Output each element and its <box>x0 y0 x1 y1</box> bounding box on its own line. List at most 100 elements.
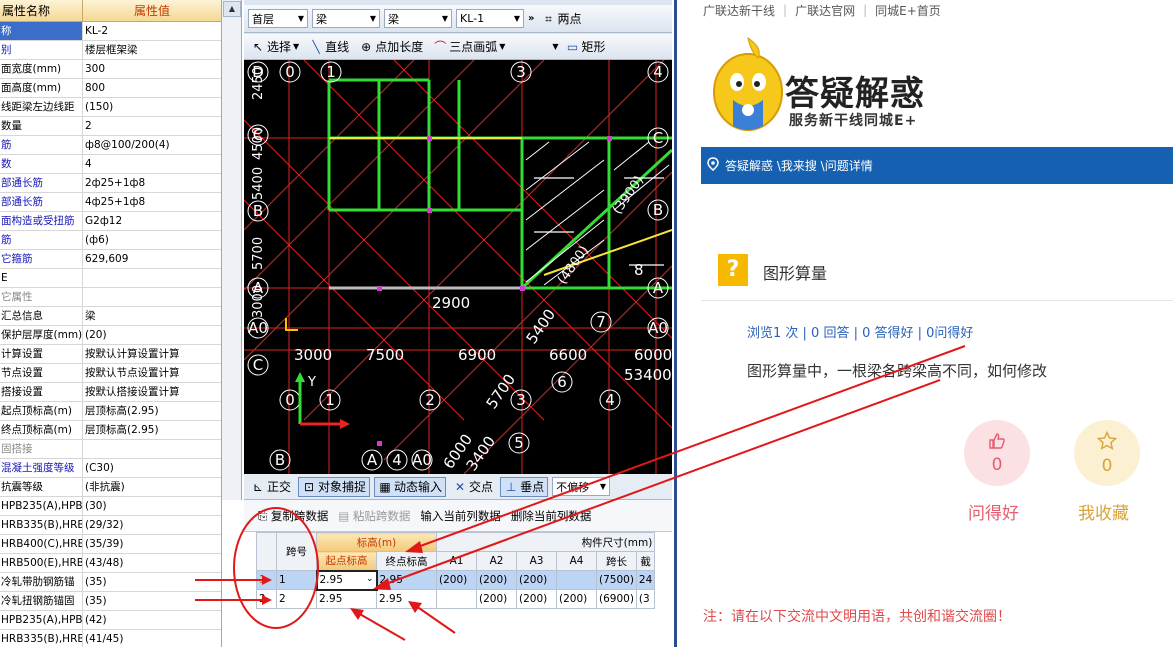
offset-select[interactable]: 不偏移 ▼ <box>552 477 611 496</box>
delete-column-button[interactable]: 删除当前列数据 <box>511 508 592 524</box>
property-row[interactable]: 筋 (ф6) <box>0 231 221 250</box>
property-value[interactable]: 2 <box>83 117 221 135</box>
property-row[interactable]: 别楼层框架梁 <box>0 41 221 60</box>
property-row[interactable]: 节点设置 按默认节点设置计算 <box>0 364 221 383</box>
property-row[interactable]: 固搭接 <box>0 440 221 459</box>
section-cell[interactable]: 24 <box>635 570 656 590</box>
object-snap-button[interactable]: ⊡ 对象捕捉 <box>298 476 371 497</box>
property-value[interactable]: (42) <box>83 611 221 629</box>
rect-button[interactable]: ▭ 矩形 <box>563 37 609 57</box>
property-row[interactable]: E <box>0 269 221 288</box>
property-row[interactable]: 数4 <box>0 155 221 174</box>
property-row[interactable]: 汇总信息梁 <box>0 307 221 326</box>
property-value[interactable]: ф8@100/200(4) <box>83 136 221 154</box>
property-row[interactable]: 冷轧扭钢筋锚固 (35) <box>0 592 221 611</box>
property-value[interactable] <box>83 269 221 287</box>
property-value[interactable]: 4 <box>83 155 221 173</box>
property-row[interactable]: 抗震等级 (非抗震) <box>0 478 221 497</box>
line-button[interactable]: ╲ 直线 <box>306 37 352 57</box>
property-value[interactable]: (150) <box>83 98 221 116</box>
a2-cell[interactable]: (200) <box>476 589 517 609</box>
member-select[interactable]: KL-1 ▼ <box>456 9 524 28</box>
a3-cell[interactable]: (200) <box>516 589 557 609</box>
property-value[interactable]: KL-2 <box>83 22 221 40</box>
start-elev-cell[interactable]: 2.95 <box>316 589 377 609</box>
property-value[interactable]: (35/39) <box>83 535 221 553</box>
input-column-button[interactable]: 输入当前列数据 <box>420 508 501 524</box>
arc-button[interactable]: ⌒ 三点画弧 ▼ <box>430 37 508 57</box>
table-row[interactable]: 1 1 2.95 ⌄ 2.95 (200) (200) (200) (7500)… <box>256 569 656 591</box>
property-value[interactable]: 2ф25+1ф8 <box>83 174 221 192</box>
property-row[interactable]: 终点顶标高(m) 层顶标高(2.95) <box>0 421 221 440</box>
select-button[interactable]: ↖ 选择 ▼ <box>248 37 302 57</box>
subtype-select[interactable]: 梁 ▼ <box>384 9 452 28</box>
property-value[interactable]: (非抗震) <box>83 478 221 496</box>
property-value[interactable]: (43/48) <box>83 554 221 572</box>
property-value[interactable]: 梁 <box>83 307 221 325</box>
property-row[interactable]: 它箍筋 629,609 <box>0 250 221 269</box>
link-city-home[interactable]: 同城E+首页 <box>875 2 941 19</box>
property-value[interactable]: G2ф12 <box>83 212 221 230</box>
property-value[interactable]: 按默认节点设置计算 <box>83 364 221 382</box>
property-value[interactable]: (30) <box>83 497 221 515</box>
end-elev-cell[interactable]: 2.95 <box>376 570 437 590</box>
ortho-button[interactable]: ⊾ 正交 <box>248 477 294 497</box>
property-value[interactable]: 629,609 <box>83 250 221 268</box>
favorite-button[interactable]: 0 <box>1074 420 1140 486</box>
property-row[interactable]: 面高度(mm) 800 <box>0 79 221 98</box>
chevron-down-icon[interactable]: ⌄ <box>366 574 374 584</box>
property-row[interactable]: HRB335(B),HRB3 (29/32) <box>0 516 221 535</box>
property-row[interactable]: HRB500(E),HRB5 (43/48) <box>0 554 221 573</box>
property-row[interactable]: HPB235(A),HPB3 (30) <box>0 497 221 516</box>
span-cell[interactable]: 2 <box>276 589 317 609</box>
property-value[interactable]: (C30) <box>83 459 221 477</box>
property-row[interactable]: 保护层厚度(mm) (20) <box>0 326 221 345</box>
good-question-button[interactable]: 0 <box>964 420 1030 486</box>
property-value[interactable]: 层顶标高(2.95) <box>83 421 221 439</box>
start-elev-input[interactable]: 2.95 ⌄ <box>315 569 378 591</box>
a2-cell[interactable]: (200) <box>476 570 517 590</box>
property-value[interactable]: (35) <box>83 592 221 610</box>
copy-span-button[interactable]: ⎘ 复制跨数据 <box>258 508 328 524</box>
chevron-down-icon[interactable]: ▼ <box>552 42 558 51</box>
link-glodon-official[interactable]: 广联达官网 <box>795 2 855 19</box>
property-row[interactable]: HRB400(C),HRB4 (35/39) <box>0 535 221 554</box>
section-cell[interactable]: (3 <box>635 589 656 609</box>
cad-drawing-canvas[interactable]: 0 1 3 4 D C B A A0 C C B A A0 0 1 2 3 4 … <box>244 60 672 474</box>
property-value[interactable]: (20) <box>83 326 221 344</box>
property-value[interactable]: (29/32) <box>83 516 221 534</box>
overflow-icon[interactable]: » <box>528 13 534 24</box>
span-cell[interactable]: 1 <box>276 570 317 590</box>
property-row[interactable]: 数量 2 <box>0 117 221 136</box>
property-row[interactable]: 混凝土强度等级 (C30) <box>0 459 221 478</box>
table-row[interactable]: 2 2 2.95 2.95 (200) (200) (200) (6900) (… <box>256 589 656 609</box>
property-row[interactable]: 筋 ф8@100/200(4) <box>0 136 221 155</box>
breadcrumb-text[interactable]: 答疑解惑 \我来搜 \问题详情 <box>725 157 873 174</box>
point-length-button[interactable]: ⊕ 点加长度 <box>356 37 426 57</box>
property-value[interactable]: (35) <box>83 573 221 591</box>
a4-cell[interactable]: (200) <box>556 589 597 609</box>
property-row[interactable]: 它属性 <box>0 288 221 307</box>
two-point-button[interactable]: ⌗ 两点 <box>538 9 584 29</box>
property-row[interactable]: 面宽度(mm) 300 <box>0 60 221 79</box>
cad-drawing[interactable]: 0 1 3 4 D C B A A0 C C B A A0 0 1 2 3 4 … <box>244 60 672 474</box>
property-row[interactable]: 面构造或受扭筋 G2ф12 <box>0 212 221 231</box>
favorite-label[interactable]: 我收藏 <box>1078 499 1129 524</box>
site-logo[interactable]: 答疑解惑 服务新干线同城E+ <box>703 30 963 140</box>
property-value[interactable]: 按默认计算设置计算 <box>83 345 221 363</box>
property-row[interactable]: HRB335(B),HRB3 (41/45) <box>0 630 221 647</box>
property-value[interactable] <box>83 440 221 458</box>
good-question-label[interactable]: 问得好 <box>968 499 1019 524</box>
property-row[interactable]: 冷轧带肋钢筋锚 (35) <box>0 573 221 592</box>
property-value[interactable]: 4ф25+1ф8 <box>83 193 221 211</box>
property-value[interactable]: 300 <box>83 60 221 78</box>
scroll-up-icon[interactable]: ▲ <box>223 1 241 17</box>
paste-span-button[interactable]: ▤ 粘贴跨数据 <box>338 508 410 524</box>
a3-cell[interactable]: (200) <box>516 570 557 590</box>
property-value[interactable] <box>83 288 221 306</box>
span-length-cell[interactable]: (7500) <box>596 570 637 590</box>
type-select[interactable]: 梁 ▼ <box>312 9 380 28</box>
property-row[interactable]: 部通长筋 2ф25+1ф8 <box>0 174 221 193</box>
property-row[interactable]: 起点顶标高(m) 层顶标高(2.95) <box>0 402 221 421</box>
a1-cell[interactable] <box>436 589 477 609</box>
